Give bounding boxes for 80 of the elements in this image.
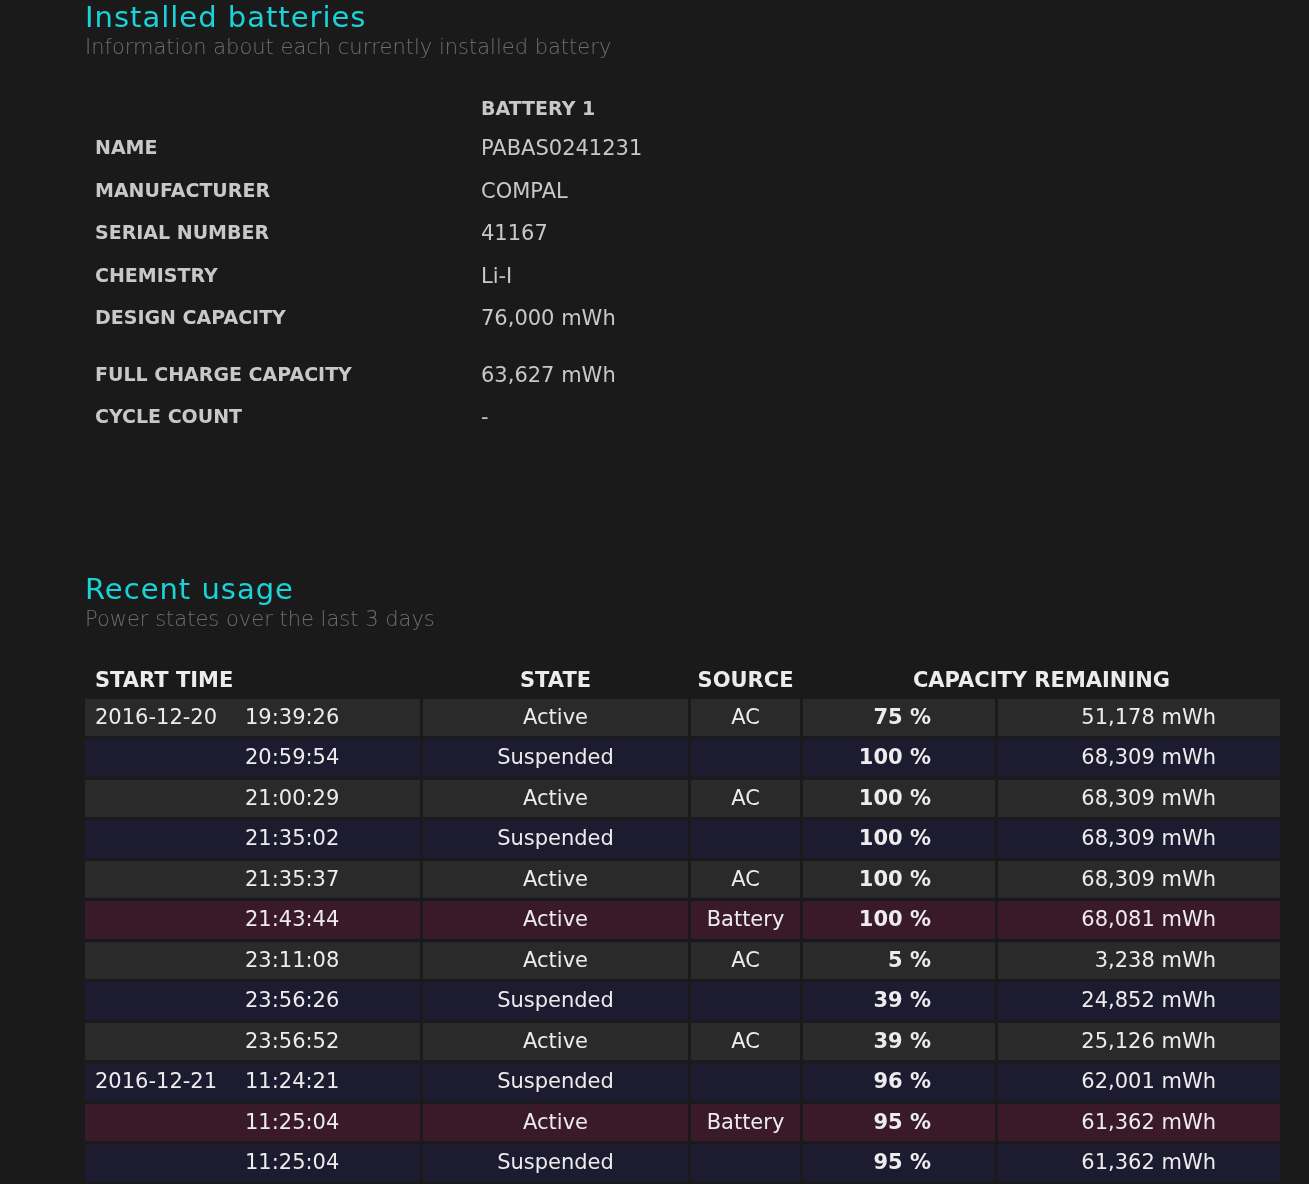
capacity-cell: 68,081 mWh	[998, 901, 1280, 939]
state-cell: Suspended	[423, 982, 688, 1020]
time-cell-text: 11:25:04	[245, 1149, 340, 1177]
percent-cell: 95 %	[803, 1144, 995, 1182]
percent-cell: 100 %	[803, 820, 995, 858]
date-cell-text: 2016-12-20	[95, 703, 219, 731]
field-value: Li-I	[481, 263, 514, 290]
time-cell-text: 21:35:02	[245, 825, 340, 853]
time-cell-text: 23:56:26	[245, 987, 340, 1015]
source-cell: Battery	[691, 1103, 800, 1142]
capacity-cell: 68,309 mWh	[998, 739, 1280, 777]
date-cell-text: 2016-12-21	[95, 1068, 219, 1096]
state-cell: Suspended	[423, 1063, 688, 1101]
state-cell: Active	[423, 941, 688, 980]
section-title: Recent usage	[85, 572, 295, 607]
state-cell: Active	[423, 1022, 688, 1061]
capacity-cell: 51,178 mWh	[998, 698, 1280, 737]
percent-cell: 5 %	[803, 941, 995, 980]
time-cell-text: 21:43:44	[245, 906, 340, 934]
field-value: 41167	[481, 220, 549, 248]
capacity-cell: 24,852 mWh	[998, 982, 1280, 1020]
column-header: CAPACITY REMAINING	[912, 667, 1171, 695]
percent-cell: 100 %	[803, 779, 995, 818]
column-header: SOURCE	[697, 667, 794, 695]
time-cell-text: 21:00:29	[245, 784, 340, 812]
field-value: 63,627 mWh	[481, 362, 617, 389]
field-label: MANUFACTURER	[95, 178, 272, 203]
state-cell: Active	[423, 1103, 688, 1142]
capacity-cell: 61,362 mWh	[998, 1103, 1280, 1142]
time-cell-text: 11:24:21	[245, 1068, 340, 1096]
source-cell: AC	[691, 941, 800, 980]
capacity-cell: 3,238 mWh	[998, 941, 1280, 980]
field-label: NAME	[95, 135, 159, 161]
field-label: DESIGN CAPACITY	[95, 305, 287, 331]
percent-cell: 39 %	[803, 1022, 995, 1061]
percent-cell: 100 %	[803, 901, 995, 939]
state-cell: Active	[423, 779, 688, 818]
percent-cell: 100 %	[803, 739, 995, 777]
source-cell: AC	[691, 860, 800, 899]
field-value: PABAS0241231	[481, 135, 644, 163]
percent-cell: 39 %	[803, 982, 995, 1020]
state-cell: Suspended	[423, 739, 688, 777]
state-cell: Suspended	[423, 820, 688, 858]
column-header: START TIME	[95, 667, 234, 695]
source-cell: AC	[691, 698, 800, 737]
time-cell-text: 21:35:37	[245, 865, 340, 893]
state-cell: Active	[423, 901, 688, 939]
column-header: STATE	[519, 667, 592, 695]
percent-cell: 100 %	[803, 860, 995, 899]
section-subtitle: Power states over the last 3 days	[85, 606, 436, 632]
field-label: SERIAL NUMBER	[95, 220, 271, 246]
capacity-cell: 68,309 mWh	[998, 860, 1280, 899]
percent-cell: 75 %	[803, 698, 995, 737]
capacity-cell: 61,362 mWh	[998, 1144, 1280, 1182]
time-cell-text: 11:25:04	[245, 1108, 340, 1136]
capacity-cell: 68,309 mWh	[998, 820, 1280, 858]
state-cell: Active	[423, 698, 688, 737]
source-cell: AC	[691, 779, 800, 818]
capacity-cell: 25,126 mWh	[998, 1022, 1280, 1061]
time-cell-text: 23:11:08	[245, 946, 340, 974]
percent-cell: 96 %	[803, 1063, 995, 1101]
source-cell: AC	[691, 1022, 800, 1061]
field-label: CHEMISTRY	[95, 263, 219, 288]
percent-cell: 95 %	[803, 1103, 995, 1142]
source-cell: Battery	[691, 901, 800, 939]
field-value: 76,000 mWh	[481, 305, 617, 333]
field-label: CYCLE COUNT	[95, 404, 244, 430]
time-cell-text: 23:56:52	[245, 1027, 340, 1055]
capacity-cell: 68,309 mWh	[998, 779, 1280, 818]
capacity-cell: 62,001 mWh	[998, 1063, 1280, 1101]
state-cell: Active	[423, 860, 688, 899]
field-value: -	[481, 404, 490, 432]
time-cell-text: 19:39:26	[245, 703, 340, 731]
state-cell: Suspended	[423, 1144, 688, 1182]
column-header: BATTERY 1	[481, 96, 597, 121]
section-title: Installed batteries	[85, 0, 368, 35]
field-label: FULL CHARGE CAPACITY	[95, 362, 353, 387]
section-subtitle: Information about each currently installed battery	[85, 34, 613, 60]
field-value: COMPAL	[481, 178, 569, 205]
time-cell-text: 20:59:54	[245, 744, 340, 772]
